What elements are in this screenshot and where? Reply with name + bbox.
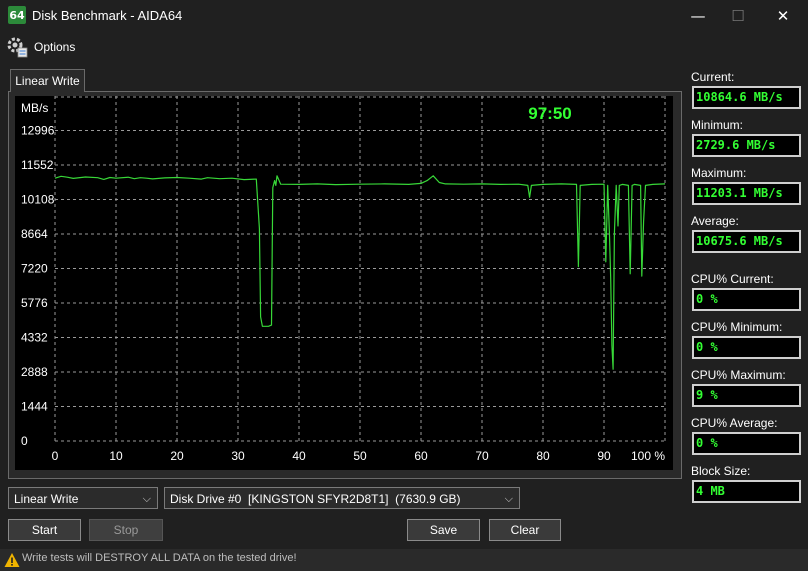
window-title: Disk Benchmark - AIDA64: [32, 8, 183, 23]
y-tick-label: 11552: [21, 158, 54, 172]
chevron-down-icon: ⌵: [142, 493, 151, 505]
clear-button[interactable]: Clear: [489, 519, 561, 541]
y-tick-label: 1444: [21, 400, 48, 414]
cpu-maximum-label: CPU% Maximum:: [691, 368, 786, 382]
drive-select-value: Disk Drive #0 [KINGSTON SFYR2D8T1] (7630…: [170, 492, 461, 506]
options-icon[interactable]: [6, 36, 28, 58]
cpu-minimum-value: 0 %: [692, 336, 801, 359]
tab-linear-write[interactable]: Linear Write: [10, 69, 85, 92]
average-label: Average:: [691, 214, 739, 228]
y-tick-label: 0: [21, 434, 28, 448]
block-size-value: 4 MB: [692, 480, 801, 503]
cpu-current-label: CPU% Current:: [691, 272, 774, 286]
y-tick-label: 7220: [21, 262, 48, 276]
stop-button[interactable]: Stop: [89, 519, 163, 541]
test-type-select[interactable]: Linear Write ⌵: [8, 487, 158, 509]
maximum-value: 11203.1 MB/s: [692, 182, 801, 205]
y-tick-label: 10108: [21, 193, 55, 207]
x-tick-label: 30: [231, 449, 245, 463]
y-tick-label: 2888: [21, 365, 48, 379]
y-tick-label: 4332: [21, 331, 48, 345]
x-tick-label: 60: [414, 449, 428, 463]
y-tick-label: 8664: [21, 227, 48, 241]
warning-icon: [4, 553, 20, 567]
y-axis-unit-label: MB/s: [21, 101, 48, 115]
x-tick-label: 20: [170, 449, 184, 463]
y-tick-label: 12996: [21, 124, 55, 138]
y-tick-label: 5776: [21, 296, 48, 310]
current-value: 10864.6 MB/s: [692, 86, 801, 109]
x-tick-label: 40: [292, 449, 306, 463]
cpu-minimum-label: CPU% Minimum:: [691, 320, 783, 334]
x-tick-label: 70: [475, 449, 489, 463]
x-tick-label: 50: [353, 449, 367, 463]
cpu-maximum-value: 9 %: [692, 384, 801, 407]
options-menu[interactable]: Options: [34, 40, 75, 54]
current-label: Current:: [691, 70, 735, 84]
x-tick-label: 90: [597, 449, 611, 463]
elapsed-time-readout: 97:50: [528, 104, 571, 123]
maximum-label: Maximum:: [691, 166, 747, 180]
close-button[interactable]: ✕: [768, 6, 798, 26]
average-value: 10675.6 MB/s: [692, 230, 801, 253]
test-type-select-value: Linear Write: [14, 492, 79, 506]
cpu-current-value: 0 %: [692, 288, 801, 311]
save-button[interactable]: Save: [407, 519, 480, 541]
cpu-average-value: 0 %: [692, 432, 801, 455]
x-tick-label: 0: [52, 449, 59, 463]
destroy-data-warning: Write tests will DESTROY ALL DATA on the…: [22, 552, 297, 564]
minimize-button[interactable]: —: [683, 6, 713, 26]
x-tick-label: 10: [109, 449, 123, 463]
chevron-down-icon: ⌵: [504, 493, 513, 505]
minimum-label: Minimum:: [691, 118, 744, 132]
block-size-label: Block Size:: [691, 464, 751, 478]
start-button[interactable]: Start: [8, 519, 81, 541]
x-tick-label: 100 %: [631, 449, 665, 463]
drive-select[interactable]: Disk Drive #0 [KINGSTON SFYR2D8T1] (7630…: [164, 487, 520, 509]
linear-write-chart: 12996 11552 10108 8664 7220 5776 4332 2888 1444 0…: [15, 96, 673, 470]
aida64-app-icon: 64: [8, 6, 26, 24]
maximize-button[interactable]: ☐: [723, 6, 753, 26]
x-tick-label: 80: [536, 449, 550, 463]
cpu-average-label: CPU% Average:: [691, 416, 778, 430]
minimum-value: 2729.6 MB/s: [692, 134, 801, 157]
